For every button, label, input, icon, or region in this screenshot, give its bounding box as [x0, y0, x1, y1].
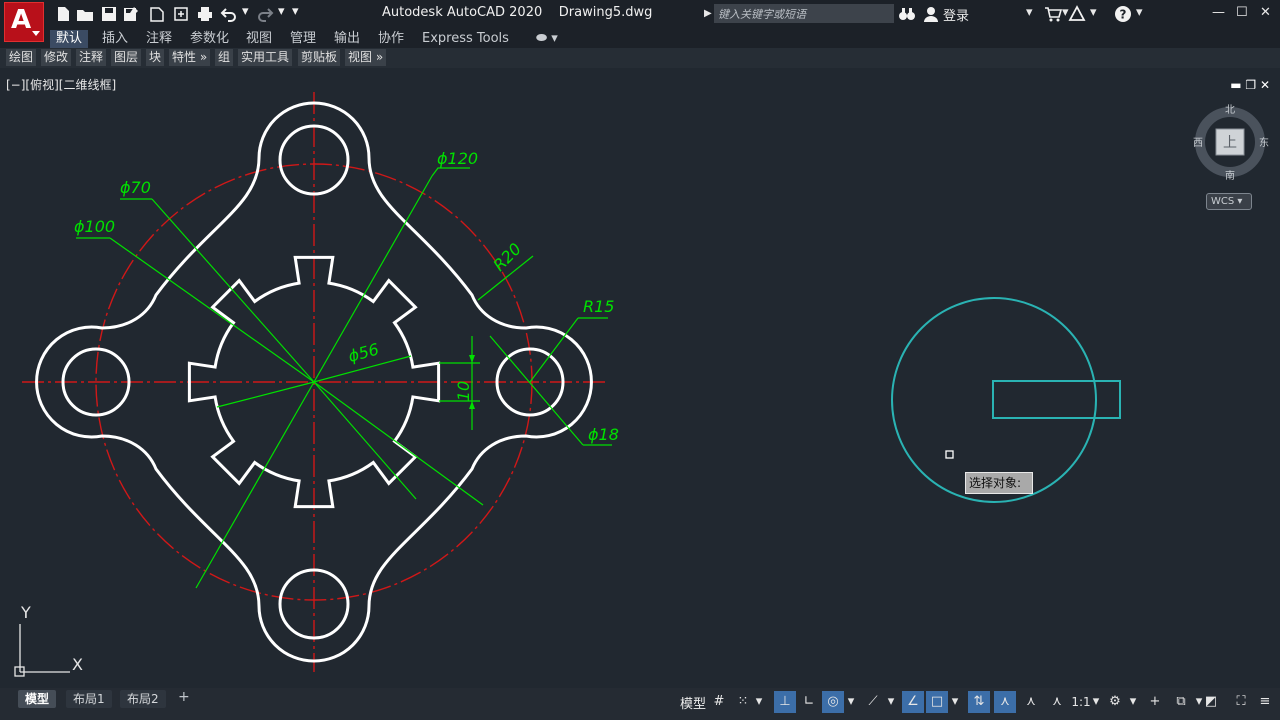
window-title: Autodesk AutoCAD 2020 Drawing5.dwg — [382, 5, 653, 20]
panel-utilities[interactable]: 实用工具 — [238, 49, 293, 66]
panel-modify[interactable]: 修改 — [41, 49, 72, 66]
tab-annotate[interactable]: 注释 — [140, 30, 178, 48]
autodesk-a360-icon[interactable] — [1068, 5, 1086, 23]
lineweight-icon[interactable]: ⇅ — [968, 691, 990, 713]
autocad-logo-icon: A — [11, 5, 32, 35]
new-file-icon[interactable] — [54, 5, 72, 23]
tab-manage[interactable]: 管理 — [284, 30, 322, 48]
object-snap-dropdown-icon[interactable]: ▾ — [948, 691, 962, 713]
a360-dropdown-icon[interactable]: ▾ — [1090, 5, 1097, 20]
chevron-down-icon — [32, 31, 40, 36]
polar-dropdown-icon[interactable]: ▾ — [844, 691, 858, 713]
hardware-acceleration-icon[interactable]: ◩ — [1200, 691, 1222, 713]
viewcube-south[interactable]: 南 — [1225, 169, 1235, 182]
wcs-label: WCS — [1211, 196, 1235, 207]
chevron-down-icon: ▾ — [1237, 196, 1243, 207]
annotation-visibility-icon[interactable]: ⋏ — [994, 691, 1016, 713]
annotation-monitor-icon[interactable]: + — [1144, 691, 1166, 713]
minimize-window-icon[interactable]: — — [1212, 5, 1225, 20]
save-web-icon[interactable] — [172, 5, 190, 23]
redo-dropdown-icon[interactable]: ▾ — [278, 4, 285, 19]
viewcube[interactable]: 上 北 南 西 东 — [1188, 100, 1272, 186]
tab-view[interactable]: 视图 — [240, 30, 278, 48]
model-space-button[interactable]: 模型 — [680, 693, 706, 712]
qat-customize-icon[interactable]: ▾ — [292, 4, 299, 19]
annotation-scale-icon[interactable]: ⋏ — [1046, 691, 1068, 713]
viewcube-west[interactable]: 西 — [1193, 138, 1203, 149]
close-window-icon[interactable]: ✕ — [1260, 5, 1271, 20]
layout-tab-layout2[interactable]: 布局2 — [120, 690, 166, 708]
polar-tracking-icon[interactable]: ◎ — [822, 691, 844, 713]
ribbon-display-toggle-icon[interactable]: ⬬ ▾ — [530, 30, 564, 48]
snap-icon[interactable]: ⁙ — [732, 691, 754, 713]
maximize-window-icon[interactable]: ☐ — [1236, 5, 1248, 20]
cart-icon[interactable] — [1044, 5, 1062, 23]
panel-view[interactable]: 视图 » — [345, 49, 387, 66]
infer-constraints-icon[interactable]: ⊥ — [774, 691, 796, 713]
units-icon[interactable]: ⧉ — [1170, 691, 1192, 713]
viewcube-east[interactable]: 东 — [1259, 136, 1269, 149]
isodraft-icon[interactable]: ⟋ — [862, 691, 884, 713]
panel-properties[interactable]: 特性 » — [169, 49, 211, 66]
search-input[interactable]: 键入关键字或短语 — [714, 4, 894, 23]
auto-scale-icon[interactable]: ⋏ — [1020, 691, 1042, 713]
wcs-menu-button[interactable]: WCS ▾ — [1206, 193, 1252, 210]
viewport-controls-label[interactable]: [−][俯视][二维线框] — [6, 76, 116, 93]
workspace-gear-icon[interactable]: ⚙ — [1104, 691, 1126, 713]
isodraft-dropdown-icon[interactable]: ▾ — [884, 691, 898, 713]
viewcube-north[interactable]: 北 — [1225, 104, 1235, 116]
ortho-icon[interactable]: ∟ — [798, 691, 820, 713]
help-icon[interactable]: ? — [1114, 5, 1132, 23]
clean-screen-icon[interactable]: ⛶ — [1230, 691, 1252, 713]
open-web-icon[interactable] — [148, 5, 166, 23]
drawing-viewport[interactable] — [0, 70, 1280, 688]
tab-default[interactable]: 默认 — [50, 30, 89, 48]
viewcube-top-face[interactable]: 上 — [1223, 135, 1237, 151]
open-folder-icon[interactable] — [76, 5, 94, 23]
undo-icon[interactable] — [220, 5, 238, 23]
panel-block[interactable]: 块 — [146, 49, 165, 66]
grid-icon[interactable]: # — [708, 691, 730, 713]
add-layout-icon[interactable]: + — [178, 689, 190, 705]
plot-icon[interactable] — [196, 5, 214, 23]
tab-collaborate[interactable]: 协作 — [372, 30, 410, 48]
workspace-dropdown-icon[interactable]: ▾ — [1126, 691, 1140, 713]
redo-icon[interactable] — [256, 5, 274, 23]
snap-dropdown-icon[interactable]: ▾ — [752, 691, 766, 713]
login-link[interactable]: 登录 — [943, 5, 969, 24]
annotation-scale-value[interactable]: 1:1 — [1070, 691, 1092, 713]
save-icon[interactable] — [100, 5, 118, 23]
dynamic-input-prompt: 选择对象: — [965, 472, 1033, 494]
caret-right-icon: ▶ — [704, 8, 712, 19]
tab-express-tools[interactable]: Express Tools — [416, 30, 515, 48]
application-menu-button[interactable]: A — [4, 2, 44, 42]
tab-parametric[interactable]: 参数化 — [184, 30, 235, 48]
tab-insert[interactable]: 插入 — [96, 30, 134, 48]
viewport-window-controls[interactable]: ▬ ❐ ✕ — [1230, 78, 1270, 92]
object-snap-icon[interactable]: □ — [926, 691, 948, 713]
help-dropdown-icon[interactable]: ▾ — [1136, 5, 1143, 20]
object-snap-tracking-icon[interactable]: ∠ — [902, 691, 924, 713]
layout-tab-layout1[interactable]: 布局1 — [66, 690, 112, 708]
panel-clipboard[interactable]: 剪贴板 — [298, 49, 341, 66]
undo-dropdown-icon[interactable]: ▾ — [242, 4, 249, 19]
panel-draw[interactable]: 绘图 — [6, 49, 37, 66]
save-as-icon[interactable] — [122, 5, 140, 23]
svg-text:?: ? — [1120, 8, 1127, 22]
panel-layers[interactable]: 图层 — [111, 49, 142, 66]
tab-output[interactable]: 输出 — [328, 30, 366, 48]
binoculars-icon[interactable] — [898, 5, 916, 23]
panel-groups[interactable]: 组 — [215, 49, 234, 66]
scale-dropdown-icon[interactable]: ▾ — [1090, 691, 1102, 713]
layout-tab-model[interactable]: 模型 — [18, 690, 57, 708]
customize-status-bar-icon[interactable]: ≡ — [1254, 691, 1276, 713]
login-dropdown-icon[interactable]: ▾ — [1026, 5, 1033, 20]
user-icon[interactable] — [922, 5, 940, 23]
panel-annotation[interactable]: 注释 — [76, 49, 107, 66]
